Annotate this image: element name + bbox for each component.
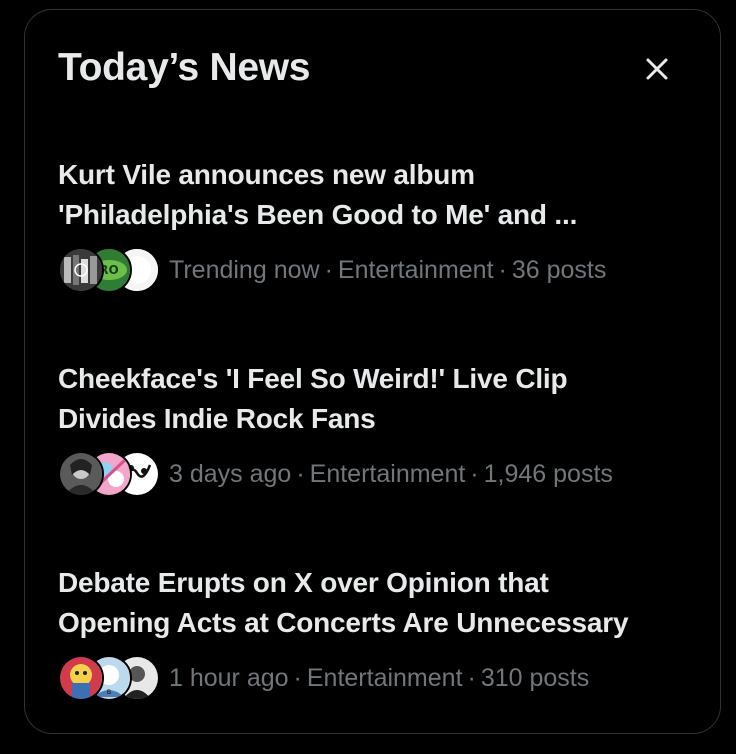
story-post-count: 36 posts xyxy=(511,255,607,284)
story-post-count: 1,946 posts xyxy=(483,459,613,488)
card-title: Today’s News xyxy=(58,46,311,89)
avatar-group: RO xyxy=(58,247,160,293)
separator: · xyxy=(296,459,305,488)
close-button[interactable] xyxy=(637,49,677,89)
story-meta: RO Trending now · Entertainment · 36 posts xyxy=(58,247,698,293)
separator: · xyxy=(293,663,302,692)
close-icon xyxy=(646,58,668,80)
avatar-cartoon-character xyxy=(58,655,104,701)
story-status: Trending now xyxy=(169,255,320,284)
story-headline: Cheekface's 'I Feel So Weird!' Live Clip… xyxy=(58,359,698,439)
news-story[interactable]: Cheekface's 'I Feel So Weird!' Live Clip… xyxy=(58,359,698,497)
news-story[interactable]: Debate Erupts on X over Opinion that Ope… xyxy=(58,563,698,701)
story-status: 1 hour ago xyxy=(169,663,289,692)
separator: · xyxy=(467,663,476,692)
headline-line: Debate Erupts on X over Opinion that xyxy=(58,567,549,598)
avatar-portrait xyxy=(58,451,104,497)
story-post-count: 310 posts xyxy=(480,663,590,692)
story-category: Entertainment xyxy=(309,459,466,488)
todays-news-card: Today’s News Kurt Vile announces new alb… xyxy=(24,9,721,734)
story-status: 3 days ago xyxy=(169,459,292,488)
story-info: 1 hour ago · Entertainment · 310 posts xyxy=(169,664,589,693)
story-headline: Debate Erupts on X over Opinion that Ope… xyxy=(58,563,698,643)
avatar-group: ʙ xyxy=(58,655,160,701)
headline-line: Opening Acts at Concerts Are Unnecessary xyxy=(58,607,629,638)
headline-line: 'Philadelphia's Been Good to Me' and ... xyxy=(58,199,578,230)
story-headline: Kurt Vile announces new album 'Philadelp… xyxy=(58,155,698,235)
story-category: Entertainment xyxy=(306,663,463,692)
story-meta: 3 days ago · Entertainment · 1,946 posts xyxy=(58,451,698,497)
avatar-group xyxy=(58,451,160,497)
story-meta: ʙ 1 hour ago · Entertainment · 310 posts xyxy=(58,655,698,701)
headline-line: Kurt Vile announces new album xyxy=(58,159,475,190)
separator: · xyxy=(498,255,507,284)
avatar-kurt-vile-band-photo xyxy=(58,247,104,293)
news-story[interactable]: Kurt Vile announces new album 'Philadelp… xyxy=(58,155,698,293)
story-info: Trending now · Entertainment · 36 posts xyxy=(169,256,606,285)
story-info: 3 days ago · Entertainment · 1,946 posts xyxy=(169,460,613,489)
headline-line: Divides Indie Rock Fans xyxy=(58,403,376,434)
svg-text:ʙ: ʙ xyxy=(107,687,112,696)
separator: · xyxy=(324,255,333,284)
separator: · xyxy=(470,459,479,488)
story-category: Entertainment xyxy=(337,255,494,284)
headline-line: Cheekface's 'I Feel So Weird!' Live Clip xyxy=(58,363,568,394)
